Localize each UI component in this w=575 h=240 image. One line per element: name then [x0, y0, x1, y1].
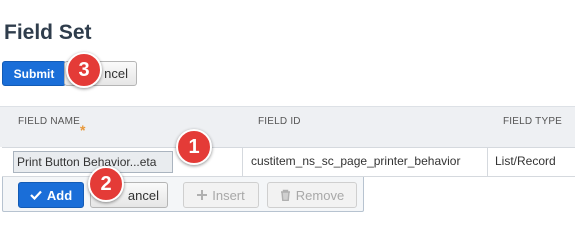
insert-button-label: Insert	[212, 187, 245, 203]
header-field-id: FIELD ID	[258, 116, 301, 127]
remove-button[interactable]: Remove	[267, 182, 357, 208]
step-callout-2: 2	[88, 166, 124, 202]
page-title: Field Set	[4, 21, 92, 44]
check-icon	[30, 190, 42, 200]
header-field-name: FIELD NAME	[18, 116, 81, 127]
submit-button[interactable]: Submit	[2, 61, 66, 86]
add-button[interactable]: Add	[18, 182, 84, 208]
plus-icon	[197, 190, 208, 200]
cancel-button-label: ncel	[104, 66, 128, 81]
table-header: FIELD NAME FIELD ID FIELD TYPE	[0, 106, 575, 147]
add-button-label: Add	[46, 187, 73, 203]
field-type-cell: List/Record	[487, 147, 575, 177]
trash-icon	[280, 189, 291, 201]
field-id-cell: custitem_ns_sc_page_printer_behavior	[242, 147, 487, 177]
header-field-type: FIELD TYPE	[503, 116, 563, 127]
step-callout-1: 1	[176, 129, 212, 165]
remove-button-label: Remove	[295, 187, 345, 203]
step-callout-3: 3	[66, 52, 102, 88]
required-marker: *	[80, 122, 86, 138]
row-cancel-button-label: ancel	[127, 187, 159, 203]
insert-button[interactable]: Insert	[183, 182, 259, 208]
